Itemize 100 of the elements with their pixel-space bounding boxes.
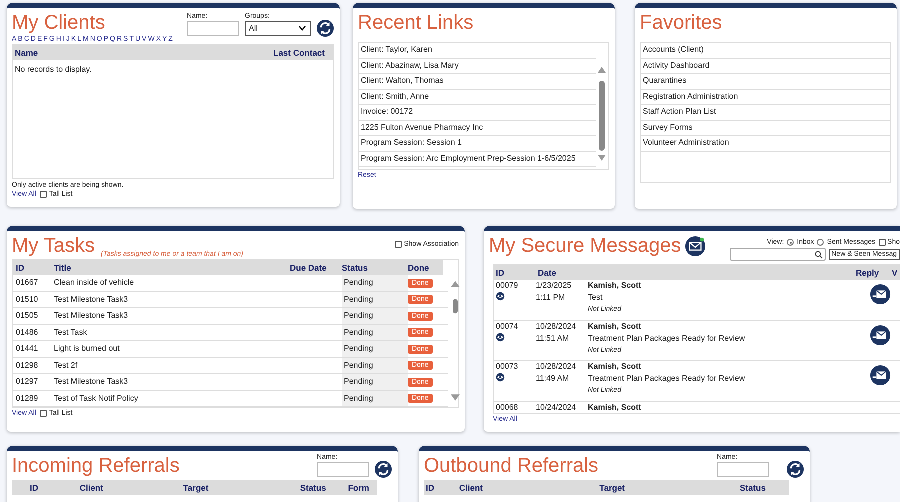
column-header: Status	[740, 482, 767, 492]
column-header: Done	[408, 262, 430, 272]
checkbox[interactable]	[395, 241, 402, 248]
table-cell-text: 10/28/2024	[536, 361, 578, 373]
refresh-icon[interactable]	[317, 20, 334, 37]
table-cell-text: 01510	[15, 294, 40, 304]
list-item[interactable]: Registration Administration	[641, 90, 890, 105]
list-item[interactable]: Volunteer Administration	[641, 136, 890, 152]
table-cell-text: 11:49 AM	[536, 373, 570, 385]
sender-name: Kamish, Scott	[588, 402, 642, 413]
panel-title: Favorites	[640, 11, 724, 35]
message-subject: Test	[588, 292, 604, 304]
name-field[interactable]	[317, 462, 369, 477]
table-cell-text: 00079	[496, 280, 520, 292]
list-item[interactable]: Client: Abazinaw, Lisa Mary	[359, 58, 596, 74]
radio-button[interactable]	[787, 239, 794, 246]
list-item[interactable]: Invoice: 00172	[359, 105, 596, 120]
list-item[interactable]: Program Session: Session 1	[359, 136, 596, 152]
eye-icon[interactable]	[496, 332, 505, 342]
table-cell-text: 11:51 AM	[536, 332, 570, 344]
table-cell-text: 01505	[15, 311, 40, 320]
table-cell-text: 01441	[15, 344, 40, 354]
table-cell-text: 01298	[15, 360, 40, 370]
table-cell-text: Test Task	[54, 328, 88, 337]
eye-icon[interactable]	[496, 292, 505, 301]
table-cell-text: 10/28/2024	[536, 320, 578, 332]
eye-icon[interactable]	[496, 373, 505, 382]
list-item[interactable]: Survey Forms	[641, 120, 890, 136]
search-icon	[814, 250, 823, 258]
column-header: Target	[600, 482, 626, 492]
panel-title: My Secure Messages	[489, 234, 682, 258]
table-cell: Pending	[342, 292, 408, 307]
list-item[interactable]: Quarantines	[641, 74, 890, 90]
refresh-icon[interactable]	[787, 461, 804, 478]
table-cell-text: 1/23/2025	[536, 280, 573, 292]
panel-title: Recent Links	[358, 11, 475, 35]
list-item[interactable]: Activity Dashboard	[641, 58, 890, 74]
table-cell-text: Test 2f	[54, 360, 79, 370]
list-item[interactable]: Staff Action Plan List	[641, 105, 890, 120]
column-header: Last Contact	[274, 48, 326, 58]
name-field[interactable]	[717, 462, 769, 477]
table-cell-text: 1:11 PM	[536, 292, 566, 304]
table-cell: Pending	[342, 308, 408, 324]
list-item[interactable]: 1225 Fulton Avenue Pharmacy Inc	[359, 120, 596, 136]
table-cell: Pending	[342, 341, 408, 356]
radio-button[interactable]	[817, 239, 824, 246]
search-field[interactable]	[730, 248, 826, 261]
column-header: ID	[15, 262, 26, 272]
envelope-icon	[685, 236, 706, 256]
reply-icon[interactable]	[870, 284, 890, 305]
table-cell-text: 00073	[496, 361, 520, 373]
table-cell-text: Test Milestone Task3	[54, 311, 130, 320]
column-header: Date	[538, 268, 558, 278]
panel-title: Outbound Referrals	[424, 454, 599, 478]
list-item[interactable]: Client: Walton, Thomas	[359, 74, 596, 90]
table-cell-text: Test Milestone Task3	[54, 294, 130, 304]
sender-name: Kamish, Scott	[588, 320, 642, 332]
table-cell-text: 10/24/2024	[536, 402, 578, 413]
table-cell: Pending	[342, 324, 408, 340]
column-header: Title	[54, 262, 72, 272]
sender-name: Kamish, Scott	[588, 361, 642, 373]
checkbox[interactable]	[878, 239, 886, 246]
list-item[interactable]: Client: Smith, Anne	[359, 90, 596, 105]
list-item[interactable]: Program Session: Arc Employment Prep-Session 1-6/5/2025	[359, 152, 596, 167]
groups-dropdown[interactable]: All	[245, 21, 311, 36]
column-header: V	[892, 268, 899, 278]
table-cell-text: 01667	[15, 278, 40, 288]
column-header: Name	[14, 48, 38, 58]
table-cell-text: Test of Task Notif Policy	[54, 394, 140, 403]
column-header: Client	[80, 482, 104, 492]
name-field[interactable]	[187, 21, 239, 36]
message-subject: Treatment Plan Packages Ready for Review	[588, 373, 746, 385]
reply-icon[interactable]	[870, 365, 890, 386]
sender-name: Kamish, Scott	[588, 280, 642, 292]
message-subject: Treatment Plan Packages Ready for Review	[588, 332, 746, 344]
list-item[interactable]: Accounts (Client)	[641, 43, 890, 58]
column-header: ID	[495, 268, 506, 278]
panel-title: My Clients	[12, 11, 106, 35]
table-cell: Pending	[342, 358, 408, 373]
table-cell: Pending	[342, 390, 408, 406]
column-header: Target	[183, 482, 210, 492]
table-cell-text: 01486	[15, 328, 40, 337]
table-cell: Pending	[342, 374, 408, 390]
table-cell-text: Light is burned out	[54, 344, 121, 354]
empty-message: No records to display.	[14, 64, 93, 76]
column-header: Client	[459, 482, 484, 492]
column-header: Reply	[856, 268, 880, 278]
table-cell-text: 00074	[496, 320, 520, 332]
checkbox[interactable]	[40, 191, 48, 198]
panel-title: Incoming Referrals	[12, 454, 180, 478]
table-cell-text: 01289	[15, 394, 40, 403]
refresh-icon[interactable]	[375, 461, 392, 478]
reply-icon[interactable]	[870, 324, 890, 346]
table-cell-text: Test Milestone Task3	[54, 377, 130, 386]
checkbox[interactable]	[40, 410, 48, 417]
table-cell-text: 01297	[15, 377, 40, 386]
list-item[interactable]: Client: Taylor, Karen	[359, 43, 596, 58]
chevron-icon	[299, 26, 306, 31]
column-header: Status	[300, 482, 328, 492]
table-cell-text: 00068	[496, 402, 520, 413]
